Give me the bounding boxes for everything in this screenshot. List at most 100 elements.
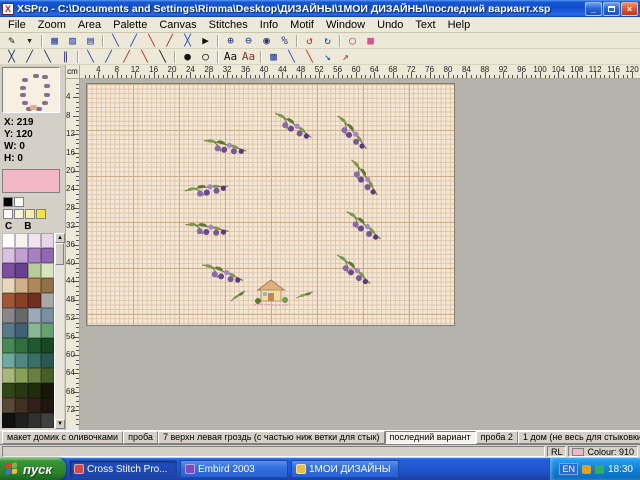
menu-info[interactable]: Info (254, 19, 284, 31)
palette-swatch[interactable] (28, 233, 41, 248)
palette-swatch[interactable] (2, 368, 15, 383)
palette-swatch[interactable] (41, 278, 54, 293)
palette-swatch[interactable] (15, 368, 28, 383)
french-knot-button[interactable]: ● (179, 50, 196, 64)
maximize-button[interactable] (603, 2, 620, 16)
menu-file[interactable]: File (2, 19, 32, 31)
arrow-se-button[interactable]: ↘ (319, 50, 336, 64)
taskbar-task[interactable]: 1МОИ ДИЗАЙНЫ (291, 460, 399, 478)
quarter-cross-right-button[interactable]: ╱ (161, 34, 178, 48)
palette-swatch[interactable] (2, 263, 15, 278)
scroll-thumb[interactable] (55, 243, 64, 265)
fill-tool-button[interactable]: ■ (362, 34, 379, 48)
text-tool-button[interactable]: Aa (222, 50, 239, 64)
palette-swatch[interactable] (41, 413, 54, 428)
file-tab[interactable]: 7 верхн левая гроздь (с частью ниж ветки… (158, 431, 385, 444)
palette-swatch[interactable] (28, 338, 41, 353)
file-tab[interactable]: макет домик с оливочками (2, 431, 123, 444)
half-stitch-button[interactable]: ▨ (64, 34, 81, 48)
quick-color-swatch[interactable] (36, 209, 46, 219)
text-tool-color-button[interactable]: Aa (240, 50, 257, 64)
palette-swatch[interactable] (15, 248, 28, 263)
three-quarter-stitch-button[interactable]: ╲ (39, 50, 56, 64)
start-button[interactable]: пуск (0, 458, 66, 480)
file-tab[interactable]: проба (123, 431, 158, 444)
zoom-in-button[interactable]: ⊕ (222, 34, 239, 48)
palette-swatch[interactable] (28, 293, 41, 308)
menu-zoom[interactable]: Zoom (32, 19, 72, 31)
palette-swatch[interactable] (41, 233, 54, 248)
palette-swatch[interactable] (15, 263, 28, 278)
palette-swatch[interactable] (2, 338, 15, 353)
half-cross-right-button[interactable]: ╱ (125, 34, 142, 48)
canvas[interactable] (86, 83, 455, 326)
scroll-up-button[interactable]: ▲ (55, 233, 65, 243)
palette-swatch[interactable] (41, 338, 54, 353)
palette-swatch[interactable] (2, 308, 15, 323)
taskbar-task[interactable]: Embird 2003 (180, 460, 288, 478)
palette-swatch[interactable] (2, 233, 15, 248)
quick-color-swatch[interactable] (14, 209, 24, 219)
petite-stitch-button[interactable]: ▤ (82, 34, 99, 48)
palette-swatch[interactable] (41, 368, 54, 383)
palette-swatch[interactable] (28, 278, 41, 293)
quick-color-swatch[interactable] (25, 209, 35, 219)
palette-swatch[interactable] (28, 398, 41, 413)
half-cross-left-button[interactable]: ╲ (107, 34, 124, 48)
language-indicator[interactable]: EN (559, 463, 578, 475)
palette-swatch[interactable] (41, 353, 54, 368)
menu-window[interactable]: Window (320, 19, 371, 31)
menu-canvas[interactable]: Canvas (153, 19, 202, 31)
menu-palette[interactable]: Palette (107, 19, 153, 31)
backstitch-black-button[interactable]: ╲ (154, 50, 171, 64)
palette-swatch[interactable] (15, 233, 28, 248)
backstitch-tool-button[interactable]: ▶ (197, 34, 214, 48)
diag-red-box-button[interactable]: ╲ (301, 50, 318, 64)
palette-swatch[interactable] (15, 383, 28, 398)
file-tab[interactable]: последний вариант (385, 431, 476, 444)
palette-swatch[interactable] (15, 293, 28, 308)
palette-swatch[interactable] (41, 323, 54, 338)
scroll-track[interactable] (55, 243, 64, 419)
zoom-out-button[interactable]: ⊖ (240, 34, 257, 48)
scroll-down-button[interactable]: ▼ (55, 419, 65, 429)
palette-swatch[interactable] (28, 353, 41, 368)
palette-swatch[interactable] (2, 323, 15, 338)
pencil-tool-button[interactable]: ✎ (3, 34, 20, 48)
quick-color-swatch[interactable] (14, 197, 24, 207)
quarter-cross-left-button[interactable]: ╲ (143, 34, 160, 48)
palette-swatch[interactable] (28, 248, 41, 263)
full-stitch-button[interactable]: ▦ (46, 34, 63, 48)
palette-swatch[interactable] (15, 398, 28, 413)
arrow-ne-button[interactable]: ↗ (337, 50, 354, 64)
palette-swatch[interactable] (28, 323, 41, 338)
close-button[interactable]: × (621, 2, 638, 16)
palette-swatch[interactable] (15, 278, 28, 293)
palette-swatch[interactable] (15, 308, 28, 323)
palette-swatch[interactable] (2, 383, 15, 398)
palette-swatch[interactable] (41, 293, 54, 308)
palette-swatch[interactable] (2, 413, 15, 428)
tool-options-button[interactable]: ▾ (21, 34, 38, 48)
full-cross-button[interactable]: ╳ (179, 34, 196, 48)
bead-tool-button[interactable]: ○ (197, 50, 214, 64)
file-tab[interactable]: проба 2 (476, 431, 518, 444)
menu-help[interactable]: Help (442, 19, 477, 31)
palette-swatch[interactable] (28, 368, 41, 383)
half-stitch-2-button[interactable]: ╱ (21, 50, 38, 64)
palette-swatch[interactable] (15, 338, 28, 353)
palette-swatch[interactable] (28, 263, 41, 278)
taskbar-task[interactable]: Cross Stitch Pro... (69, 460, 177, 478)
tray-icon-1[interactable] (582, 465, 591, 474)
palette-swatch[interactable] (41, 248, 54, 263)
menu-stitches[interactable]: Stitches (203, 19, 254, 31)
palette-swatch[interactable] (41, 263, 54, 278)
palette-swatch[interactable] (2, 278, 15, 293)
palette-swatch[interactable] (28, 308, 41, 323)
palette-swatch[interactable] (15, 323, 28, 338)
tray-icon-2[interactable] (595, 465, 604, 474)
palette-swatch[interactable] (28, 383, 41, 398)
palette-swatch[interactable] (41, 398, 54, 413)
quick-color-swatch[interactable] (3, 197, 13, 207)
undo-button[interactable]: ↺ (301, 34, 318, 48)
